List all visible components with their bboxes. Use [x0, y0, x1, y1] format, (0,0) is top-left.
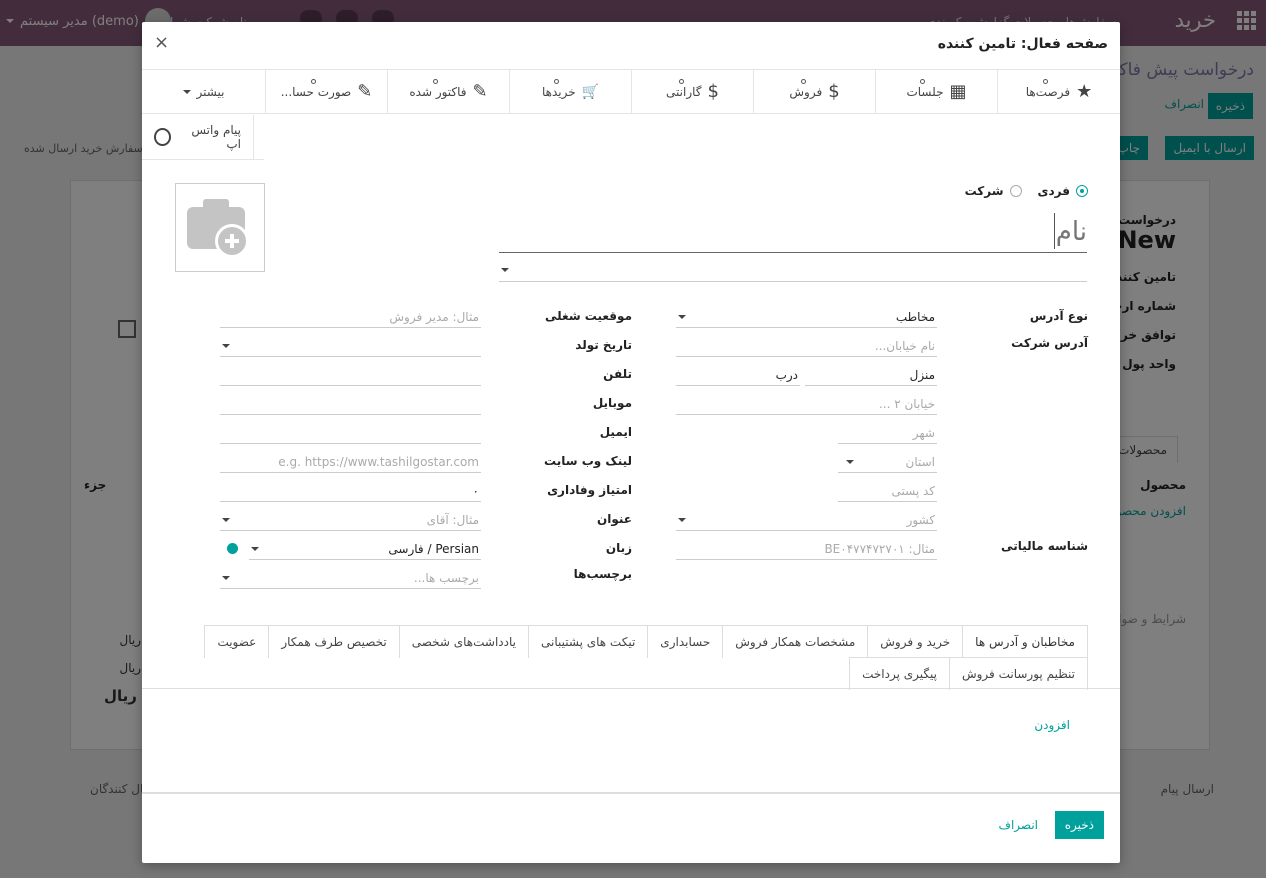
chevron-down-icon	[678, 315, 686, 319]
vendor-dialog: صفحه فعال: تامین کننده × ★ فرصت‌ها ▦ جلس…	[142, 22, 1120, 863]
chevron-down-icon	[222, 576, 230, 580]
label-tax-id: شناسه مالیاتی	[1001, 539, 1088, 553]
label-email: ایمیل	[599, 425, 632, 439]
label-language: زبان	[605, 541, 632, 555]
whatsapp-button[interactable]: پیام واتس اپ	[142, 115, 254, 159]
language-select[interactable]: Persian / فارسی	[249, 538, 481, 560]
chevron-down-icon	[251, 547, 259, 551]
zip-input[interactable]: کد پستی	[838, 480, 937, 502]
name-field[interactable]	[499, 208, 1087, 253]
tax-id-input[interactable]: مثال: BE۰۴۷۷۴۷۲۷۰۱	[676, 538, 937, 560]
tags-input[interactable]: برچسب ها...	[220, 567, 481, 589]
tab-sales-purchase[interactable]: خرید و فروش	[867, 625, 964, 658]
add-contact-link[interactable]: افزودن	[1034, 718, 1070, 732]
label-loyalty: امتیاز وفاداری	[547, 483, 632, 497]
chevron-down-icon	[222, 344, 230, 348]
email-input[interactable]	[220, 422, 481, 444]
birth-date-input[interactable]	[220, 335, 481, 357]
notebook-tabs-row2: تنظیم پورسانت فروش پیگیری پرداخت	[849, 657, 1088, 690]
label-mobile: موبایل	[592, 396, 632, 410]
tab-divider	[142, 688, 1120, 689]
label-phone: تلفن	[603, 367, 632, 381]
company-type-radio: فردی شرکت	[965, 184, 1088, 198]
footer-divider	[142, 792, 1120, 794]
chevron-down-icon	[501, 268, 509, 272]
tab-partner-assign[interactable]: تخصیص طرف همکار	[268, 625, 400, 658]
chevron-down-icon	[846, 460, 854, 464]
loyalty-input[interactable]: ۰	[220, 480, 481, 502]
notebook-tabs: مخاطبان و آدرس ها خرید و فروش مشخصات همک…	[204, 625, 1088, 658]
chevron-down-icon	[678, 518, 686, 522]
radio-individual[interactable]: فردی	[1038, 184, 1088, 198]
dialog-header: صفحه فعال: تامین کننده ×	[142, 22, 1120, 70]
radio-dot[interactable]	[1076, 185, 1088, 197]
city-input[interactable]: شهر	[838, 422, 937, 444]
label-tags: برچسب‌ها	[573, 567, 632, 581]
house-input[interactable]: منزل	[805, 364, 937, 386]
tab-payment-followup[interactable]: پیگیری پرداخت	[849, 657, 950, 690]
whatsapp-icon	[154, 128, 172, 146]
label-address-type: نوع آدرس	[1029, 309, 1088, 323]
radio-dot[interactable]	[1009, 185, 1022, 197]
cancel-button[interactable]: انصراف	[999, 818, 1038, 832]
door-input[interactable]: درب	[676, 364, 800, 386]
tab-commission[interactable]: تنظیم پورسانت فروش	[948, 657, 1088, 690]
tab-sales-partner[interactable]: مشخصات همکار فروش	[722, 625, 869, 658]
label-website: لینک وب سایت	[544, 454, 632, 468]
address-type-select[interactable]: مخاطب	[676, 306, 937, 328]
chevron-down-icon	[222, 518, 230, 522]
mobile-input[interactable]	[220, 393, 481, 415]
street-input[interactable]: نام خیابان...	[676, 335, 937, 357]
website-input[interactable]: e.g. https://www.tashilgostar.com	[220, 451, 481, 473]
text-cursor	[1054, 213, 1055, 249]
state-select[interactable]: استان	[838, 451, 937, 473]
name-input[interactable]	[499, 214, 1087, 250]
country-select[interactable]: کشور	[676, 509, 937, 531]
label-title: عنوان	[597, 512, 632, 526]
radio-company[interactable]: شرکت	[965, 184, 1022, 198]
smart-buttons-row2	[142, 115, 1120, 159]
label-job: موقعیت شغلی	[545, 309, 632, 323]
tab-tickets[interactable]: تیکت های پشتیبانی	[528, 625, 649, 658]
globe-icon[interactable]	[227, 543, 238, 554]
tab-notes[interactable]: یادداشت‌های شخصی	[398, 625, 529, 658]
close-icon[interactable]: ×	[154, 32, 169, 53]
parent-company-field[interactable]	[499, 256, 1087, 282]
tab-accounting[interactable]: حسابداری	[647, 625, 724, 658]
tab-contacts[interactable]: مخاطبان و آدرس ها	[962, 625, 1088, 658]
dialog-title: صفحه فعال: تامین کننده	[937, 36, 1108, 52]
label-birth: تاریخ تولد	[575, 338, 632, 352]
job-input[interactable]: مثال: مدیر فروش	[220, 306, 481, 328]
image-upload[interactable]	[175, 183, 265, 272]
tab-membership[interactable]: عضویت	[204, 625, 270, 658]
plus-icon	[215, 224, 249, 258]
street2-input[interactable]: خیابان ۲ ...	[676, 393, 937, 415]
save-button[interactable]: ذخیره	[1054, 811, 1104, 839]
title-select[interactable]: مثال: آقای	[220, 509, 481, 531]
label-company-address: آدرس شرکت	[1011, 336, 1088, 350]
phone-input[interactable]	[220, 364, 481, 386]
